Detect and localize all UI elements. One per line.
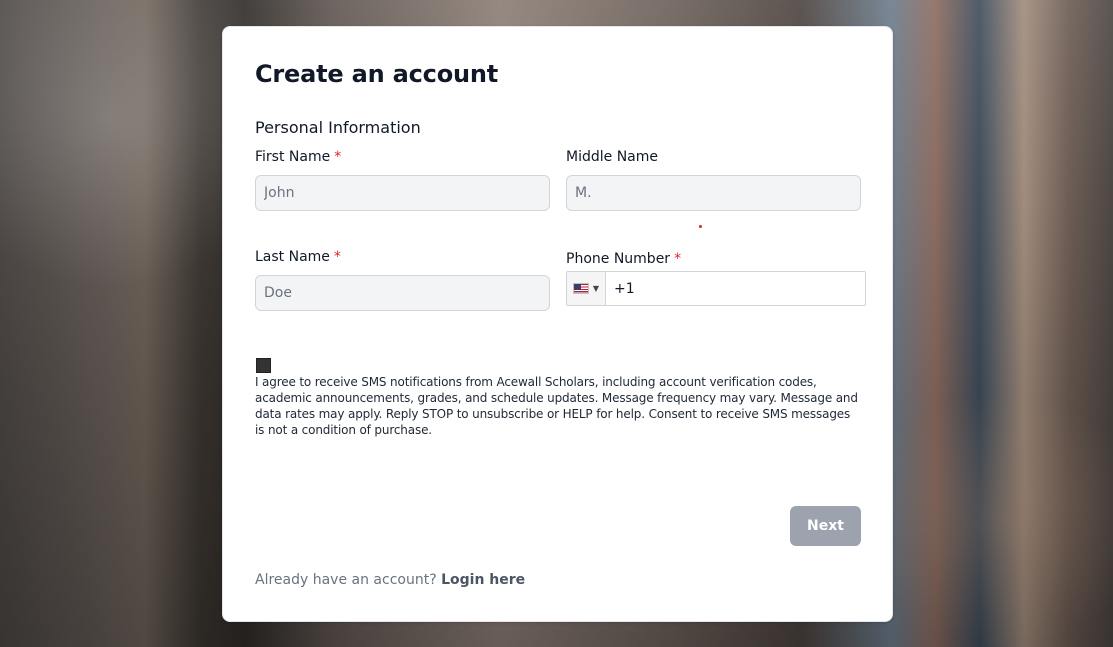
login-link[interactable]: Login here (441, 572, 525, 588)
last-name-label: Last Name * (255, 249, 341, 265)
page-title: Create an account (255, 60, 499, 88)
signup-card: Create an account Personal Information F… (222, 26, 893, 622)
phone-number-label-text: Phone Number (566, 251, 671, 267)
required-marker: * (333, 249, 341, 265)
last-name-label-text: Last Name (255, 249, 330, 265)
chevron-down-icon: ▼ (592, 283, 600, 293)
required-marker: * (674, 251, 682, 267)
section-title: Personal Information (255, 118, 421, 137)
middle-name-label: Middle Name (566, 149, 658, 165)
country-selector[interactable]: ▼ (567, 272, 606, 305)
phone-number-field: ▼ (566, 271, 866, 306)
sms-consent-checkbox[interactable] (256, 358, 271, 373)
sms-consent-text: I agree to receive SMS notifications fro… (255, 375, 858, 437)
login-prompt-row: Already have an account? Login here (255, 572, 525, 588)
first-name-label: First Name * (255, 149, 341, 165)
first-name-input[interactable] (255, 175, 550, 211)
phone-number-input[interactable] (606, 272, 865, 305)
login-prompt-text: Already have an account? (255, 572, 437, 588)
last-name-input[interactable] (255, 275, 550, 311)
next-button[interactable]: Next (790, 506, 861, 546)
phone-number-label: Phone Number * (566, 251, 681, 267)
first-name-label-text: First Name (255, 149, 331, 165)
middle-name-label-text: Middle Name (566, 149, 658, 165)
required-marker: * (334, 149, 342, 165)
validation-dot (699, 225, 702, 228)
us-flag-icon (572, 283, 589, 294)
middle-name-input[interactable] (566, 175, 861, 211)
